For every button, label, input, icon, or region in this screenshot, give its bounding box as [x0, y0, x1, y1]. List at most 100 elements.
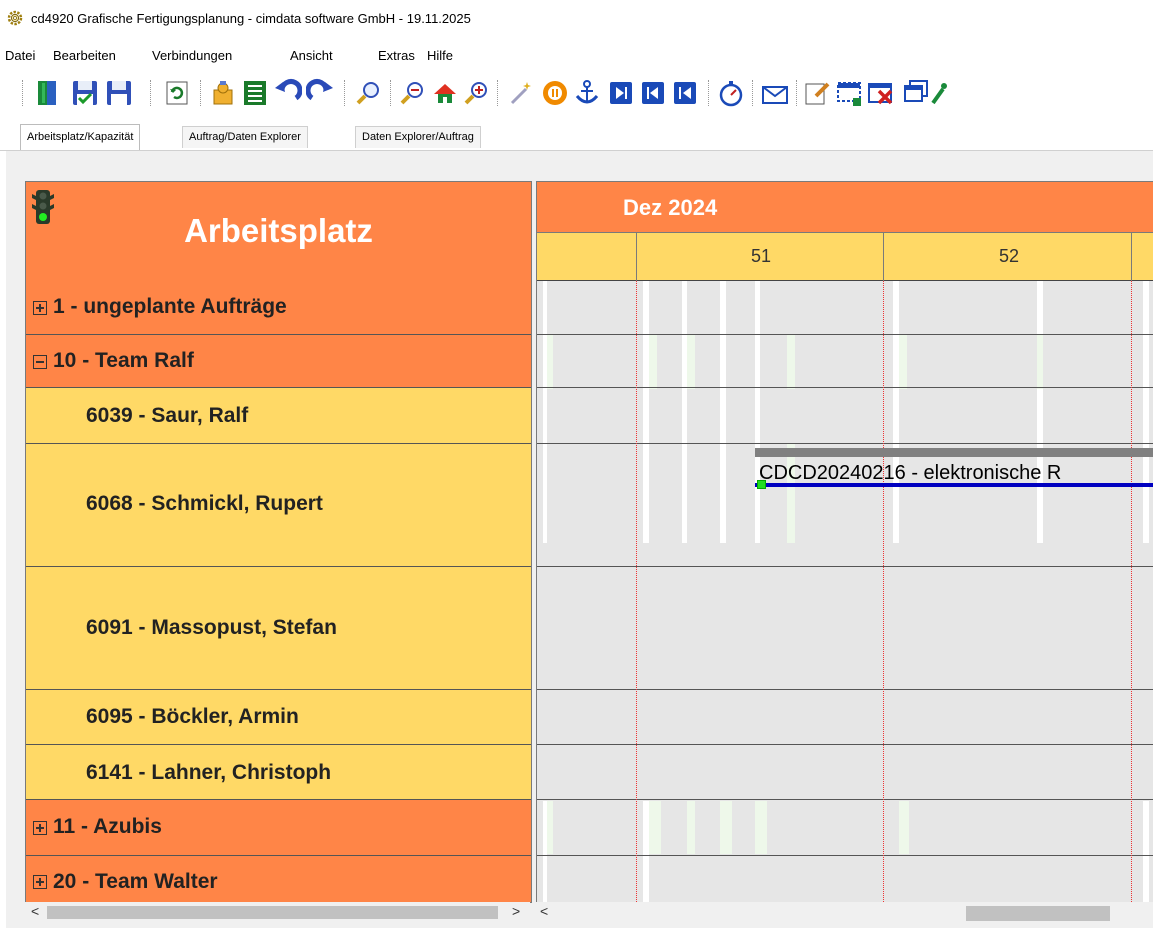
gantt-start-handle[interactable] [757, 480, 766, 489]
home-icon[interactable] [430, 78, 460, 108]
save-icon[interactable] [104, 78, 134, 108]
month-header: Dez 2024 [537, 182, 1153, 233]
save-check-icon[interactable] [70, 78, 100, 108]
menu-ansicht[interactable]: Ansicht [290, 48, 333, 63]
row-gridline [537, 689, 1153, 690]
workplace-person-row[interactable]: 6068 - Schmickl, Rupert [26, 444, 531, 567]
weekend-strip [893, 281, 899, 543]
expand-plus-icon[interactable] [33, 301, 47, 315]
toolbar-separator [150, 80, 151, 106]
weekend-strip [755, 281, 760, 543]
menu-extras[interactable]: Extras [378, 48, 415, 63]
menu-verbindungen[interactable]: Verbindungen [152, 48, 232, 63]
menu-datei[interactable]: Datei [5, 48, 35, 63]
availability-strip [649, 335, 657, 389]
stopwatch-icon[interactable] [716, 78, 746, 108]
gantt-order-bar[interactable]: CDCD20240216 - elektronische R [755, 448, 1153, 490]
zoom-in-icon[interactable] [462, 78, 492, 108]
workplace-person-row[interactable]: 6091 - Massopust, Stefan [26, 567, 531, 690]
week-separator [883, 281, 884, 902]
more-icon[interactable] [930, 78, 950, 108]
tab-daten-explorer-auftrag[interactable]: Daten Explorer/Auftrag [355, 126, 481, 148]
row-label: 6091 - Massopust, Stefan [86, 616, 337, 639]
workplace-person-row[interactable]: 6141 - Lahner, Christoph [26, 745, 531, 800]
row-label: 6068 - Schmickl, Rupert [86, 492, 323, 515]
toolbar [0, 72, 1153, 120]
workplace-group-row[interactable]: 11 - Azubis [26, 800, 531, 856]
scroll-left-arrow[interactable]: < [31, 903, 39, 919]
week-divider [1131, 233, 1132, 281]
tab-auftrag-daten-explorer[interactable]: Auftrag/Daten Explorer [182, 126, 308, 148]
anchor-icon[interactable] [572, 78, 602, 108]
exit-door-icon[interactable] [32, 78, 62, 108]
availability-strip [547, 801, 553, 854]
week-header: 51 52 [537, 233, 1153, 281]
month-label: Dez 2024 [623, 195, 718, 220]
edit-note-icon[interactable] [802, 78, 832, 108]
toolbar-separator [796, 80, 797, 106]
workplace-header-title: Arbeitsplatz [184, 212, 373, 249]
first-icon[interactable] [638, 78, 668, 108]
workplace-header: Arbeitsplatz [26, 182, 531, 282]
workplace-person-row[interactable]: 6039 - Saur, Ralf [26, 388, 531, 444]
row-label: 11 - Azubis [53, 815, 162, 838]
timeline-grid[interactable] [537, 281, 1153, 902]
scroll-right-arrow[interactable]: > [512, 903, 520, 919]
redo-icon[interactable] [306, 78, 336, 108]
week-separator [636, 281, 637, 902]
weekend-strip [1143, 281, 1149, 543]
row-label: 10 - Team Ralf [53, 349, 194, 372]
workplace-person-row[interactable]: 6095 - Böckler, Armin [26, 690, 531, 745]
scroll-thumb[interactable] [966, 906, 1110, 921]
zoom-out-icon[interactable] [398, 78, 428, 108]
workplace-group-row[interactable]: 10 - Team Ralf [26, 335, 531, 388]
expand-plus-icon[interactable] [33, 821, 47, 835]
row-label: 20 - Team Walter [53, 870, 218, 893]
stop-icon[interactable] [540, 78, 570, 108]
delete-icon[interactable] [866, 78, 896, 108]
undo-icon[interactable] [272, 78, 302, 108]
weekend-strip [720, 281, 726, 543]
availability-strip [899, 801, 909, 854]
weekend-strip [1037, 281, 1043, 543]
mail-icon[interactable] [760, 78, 790, 108]
workplace-group-row[interactable]: 1 - ungeplante Aufträge [26, 281, 531, 335]
tab-strip: Arbeitsplatz/Kapazität Auftrag/Daten Exp… [0, 121, 1153, 151]
toolbar-separator [22, 80, 23, 106]
menu-hilfe[interactable]: Hilfe [427, 48, 453, 63]
magic-wand-icon[interactable] [506, 78, 536, 108]
week-label: 52 [999, 246, 1020, 266]
row-gridline [537, 443, 1153, 444]
availability-strip [720, 801, 732, 854]
workplace-group-row[interactable]: 20 - Team Walter [26, 856, 531, 902]
settings-puzzle-icon[interactable] [208, 78, 238, 108]
menu-bar: Datei Bearbeiten Verbindungen Ansicht Ex… [0, 44, 1153, 66]
refresh-icon[interactable] [162, 78, 192, 108]
gantt-bar-progress-line [755, 483, 1153, 487]
expand-plus-icon[interactable] [33, 875, 47, 889]
availability-strip [755, 801, 767, 854]
scroll-thumb[interactable] [47, 906, 498, 919]
list-icon[interactable] [240, 78, 270, 108]
scroll-left-arrow[interactable]: < [540, 903, 548, 919]
week-separator [1131, 281, 1132, 902]
availability-strip [687, 335, 695, 389]
last-icon[interactable] [606, 78, 636, 108]
left-horizontal-scrollbar[interactable]: < > [25, 902, 530, 924]
select-icon[interactable] [834, 78, 864, 108]
availability-strip [547, 335, 553, 389]
windows-icon[interactable] [900, 78, 930, 108]
row-gridline [537, 334, 1153, 335]
collapse-minus-icon[interactable] [33, 355, 47, 369]
menu-bearbeiten[interactable]: Bearbeiten [53, 48, 116, 63]
tab-arbeitsplatz-kapazitaet[interactable]: Arbeitsplatz/Kapazität [20, 124, 141, 150]
availability-strip [649, 801, 661, 854]
row-label: 6095 - Böckler, Armin [86, 705, 299, 728]
timeline-panel: Dez 2024 51 52 CDCD20240216 - elektronis… [536, 181, 1153, 902]
right-horizontal-scrollbar[interactable]: < [536, 902, 1153, 924]
search-icon[interactable] [354, 78, 384, 108]
toolbar-separator [390, 80, 391, 106]
start-icon[interactable] [670, 78, 700, 108]
workplace-panel: Arbeitsplatz 1 - ungeplante Aufträge 10 … [25, 181, 532, 903]
gantt-bar-label: CDCD20240216 - elektronische R [759, 462, 1062, 484]
